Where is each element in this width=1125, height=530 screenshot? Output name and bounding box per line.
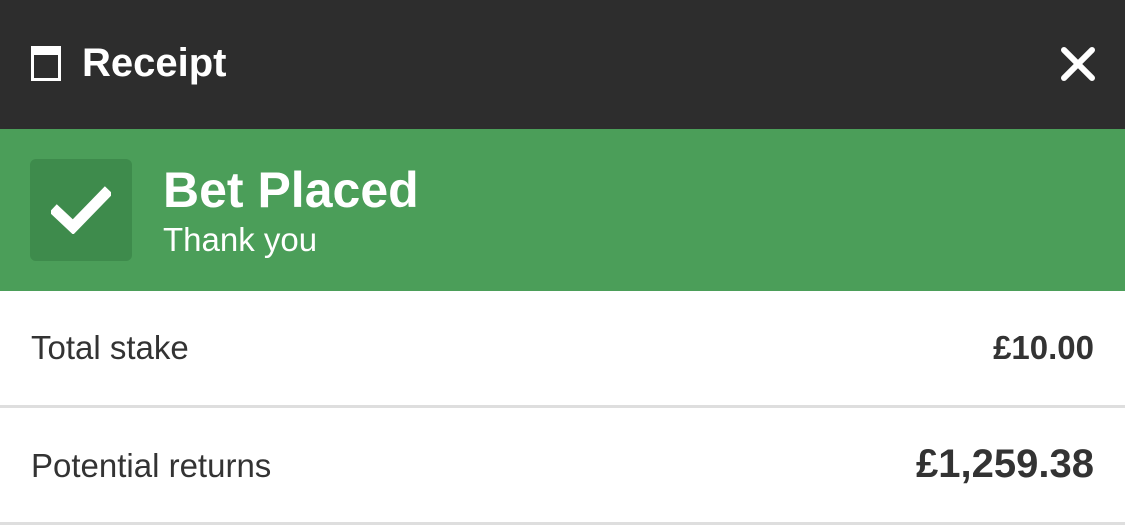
total-stake-label: Total stake <box>31 329 189 366</box>
potential-returns-label: Potential returns <box>31 447 272 484</box>
total-stake-value: £10.00 <box>993 329 1094 366</box>
banner-title: Bet Placed <box>163 162 419 218</box>
potential-returns-value: £1,259.38 <box>916 442 1094 486</box>
close-button[interactable] <box>1052 38 1104 90</box>
close-icon <box>1061 47 1095 81</box>
checkmark-badge <box>30 159 132 261</box>
bet-placed-banner: Bet Placed Thank you <box>0 129 1125 291</box>
checkmark-icon <box>51 186 111 234</box>
receipt-header: Receipt <box>0 0 1125 129</box>
total-stake-row: Total stake £10.00 <box>0 291 1125 408</box>
header-title: Receipt <box>82 41 227 85</box>
potential-returns-row: Potential returns £1,259.38 <box>0 408 1125 525</box>
receipt-panel: Receipt Bet Placed Thank you Total stake… <box>0 0 1125 530</box>
receipt-icon <box>31 46 61 81</box>
banner-subtitle: Thank you <box>163 221 318 258</box>
